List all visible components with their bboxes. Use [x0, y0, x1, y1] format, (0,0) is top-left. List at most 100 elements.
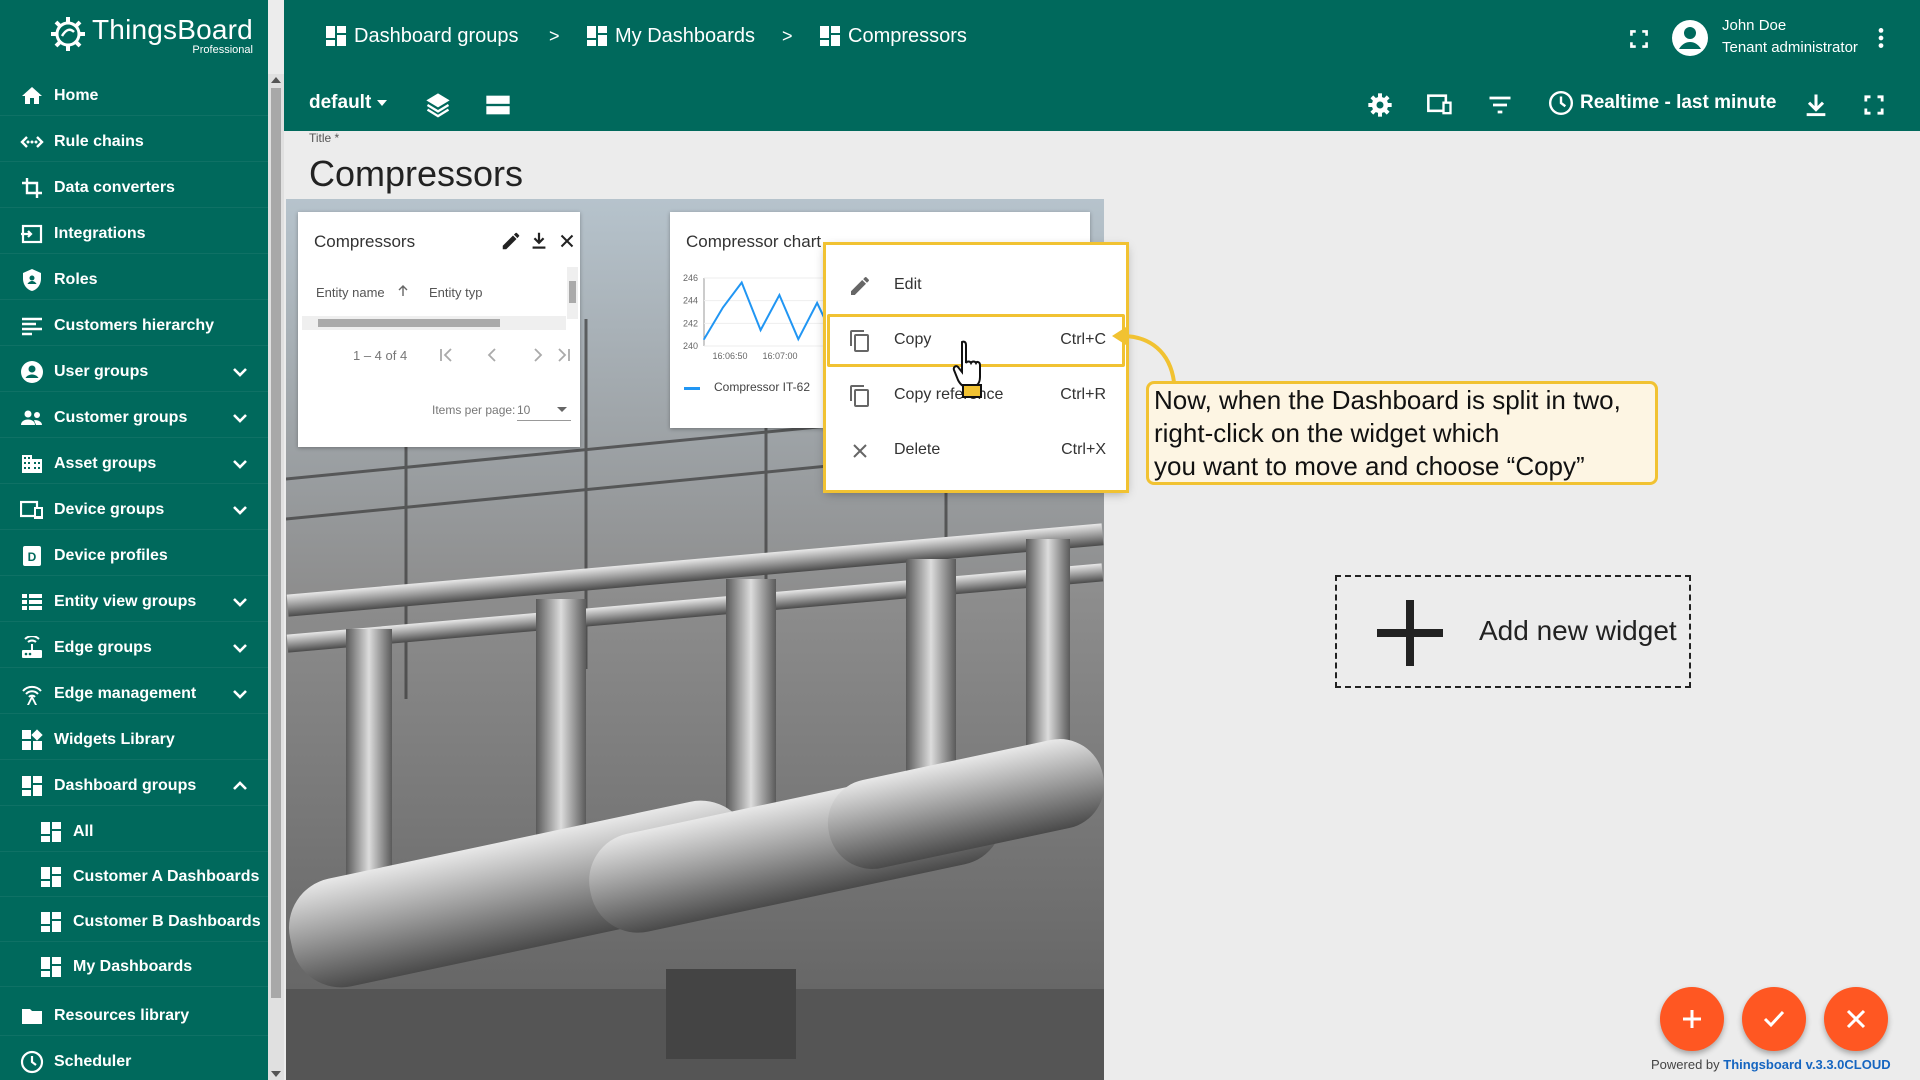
- sidebar-item-all[interactable]: All: [0, 812, 268, 852]
- view-list-icon: [22, 593, 42, 610]
- sidebar-item-data-converters[interactable]: Data converters: [0, 168, 268, 208]
- gear-icon[interactable]: [1366, 91, 1394, 119]
- sidebar-item-integrations[interactable]: Integrations: [0, 214, 268, 254]
- sidebar-item-customer-a-dashboards[interactable]: Customer A Dashboards: [0, 857, 268, 897]
- items-per-page-label: Items per page:: [432, 403, 516, 417]
- chevron-down-icon: [233, 413, 247, 423]
- series-line[interactable]: [703, 280, 836, 344]
- clock-icon: [1548, 90, 1574, 116]
- scrollbar-thumb[interactable]: [271, 88, 281, 998]
- sidebar-item-label: Rule chains: [54, 132, 144, 150]
- close-icon: [853, 444, 867, 458]
- next-page-icon[interactable]: [528, 345, 548, 365]
- sidebar-item-resources-library[interactable]: Resources library: [0, 996, 268, 1036]
- breadcrumb-dashboard-groups[interactable]: Dashboard groups: [324, 24, 519, 48]
- more-vert-icon[interactable]: [1868, 25, 1894, 51]
- line-chart[interactable]: 246 244 242 240 16:06:50 16:07:00: [676, 268, 836, 368]
- sidebar-item-roles[interactable]: Roles: [0, 260, 268, 300]
- add-fab-button[interactable]: [1660, 987, 1724, 1051]
- timewindow-label: Realtime - last minute: [1580, 92, 1777, 113]
- sidebar-scrollbar[interactable]: [268, 74, 284, 1080]
- sidebar-item-rule-chains[interactable]: Rule chains: [0, 122, 268, 162]
- data-point[interactable]: [722, 306, 724, 309]
- menu-item-shortcut: Ctrl+X: [1061, 441, 1106, 458]
- previous-page-icon[interactable]: [482, 345, 502, 365]
- menu-item-delete[interactable]: Delete Ctrl+X: [826, 423, 1126, 478]
- copy-icon: [850, 330, 869, 352]
- layouts-icon[interactable]: [484, 91, 512, 119]
- state-select[interactable]: default: [309, 92, 388, 114]
- last-page-icon[interactable]: [554, 345, 574, 365]
- sidebar-item-label: Widgets Library: [54, 730, 175, 748]
- logo[interactable]: ThingsBoard Professional: [48, 14, 253, 56]
- sidebar-item-edge-groups[interactable]: Edge groups: [0, 628, 268, 668]
- avatar[interactable]: [1670, 18, 1710, 58]
- shield-icon: [23, 268, 41, 291]
- chevron-down-icon: [233, 597, 247, 607]
- sidebar-item-dashboard-groups[interactable]: Dashboard groups: [0, 766, 268, 806]
- thingsboard-logo-icon: [51, 17, 85, 51]
- arrow-up-sort-icon[interactable]: [396, 284, 410, 298]
- close-icon[interactable]: [556, 230, 578, 252]
- breadcrumb-my-dashboards[interactable]: My Dashboards: [585, 24, 755, 48]
- wifi-tower-icon: [22, 685, 42, 705]
- widgets-icon: [22, 728, 43, 750]
- items-per-page-select[interactable]: 10: [517, 397, 571, 421]
- download-icon[interactable]: [528, 230, 550, 252]
- scroll-down-arrow-icon[interactable]: [271, 1071, 281, 1077]
- sidebar-item-customers-hierarchy[interactable]: Customers hierarchy: [0, 306, 268, 346]
- download-icon[interactable]: [1802, 91, 1830, 119]
- dashboard-title-input[interactable]: Compressors: [309, 153, 523, 195]
- apply-changes-button[interactable]: [1742, 987, 1806, 1051]
- sidebar-item-asset-groups[interactable]: Asset groups: [0, 444, 268, 484]
- pencil-icon: [851, 277, 869, 295]
- powered-by-footer: Powered by Thingsboard v.3.3.0CLOUD: [1651, 1057, 1891, 1072]
- data-point[interactable]: [759, 329, 762, 331]
- sidebar-item-label: Edge groups: [54, 638, 152, 656]
- sidebar-item-device-profiles[interactable]: D Device profiles: [0, 536, 268, 576]
- decline-changes-button[interactable]: [1824, 987, 1888, 1051]
- column-header-entity-name[interactable]: Entity name: [316, 285, 385, 300]
- first-page-icon[interactable]: [436, 345, 456, 365]
- breadcrumb-label: My Dashboards: [615, 24, 756, 47]
- chevron-down-icon: [233, 505, 247, 515]
- powered-by-link[interactable]: Thingsboard v.3.3.0CLOUD: [1723, 1057, 1890, 1072]
- sidebar-item-my-dashboards[interactable]: My Dashboards: [0, 947, 268, 987]
- data-point[interactable]: [816, 302, 818, 304]
- home-icon: [22, 86, 42, 104]
- caret-down-icon: [557, 407, 567, 412]
- sidebar-item-edge-management[interactable]: Edge management: [0, 674, 268, 714]
- timewindow-button[interactable]: Realtime - last minute: [1548, 90, 1776, 116]
- filter-icon[interactable]: [1486, 91, 1514, 119]
- column-header-entity-type[interactable]: Entity typ: [429, 285, 483, 300]
- sidebar-item-home[interactable]: Home: [0, 76, 268, 116]
- sidebar-item-customer-b-dashboards[interactable]: Customer B Dashboards: [0, 902, 268, 942]
- sidebar-item-user-groups[interactable]: User groups: [0, 352, 268, 392]
- data-point[interactable]: [740, 281, 743, 284]
- scroll-up-arrow-icon[interactable]: [271, 77, 281, 83]
- table-vertical-scrollbar[interactable]: [567, 267, 578, 319]
- table-horizontal-scrollbar[interactable]: [302, 316, 566, 330]
- fullscreen-icon[interactable]: [1860, 91, 1888, 119]
- legend-label[interactable]: Compressor IT-62: [714, 380, 810, 394]
- data-point[interactable]: [703, 338, 705, 340]
- layers-icon[interactable]: [424, 91, 452, 119]
- menu-item-shortcut: Ctrl+C: [1060, 331, 1106, 348]
- add-new-widget-button[interactable]: Add new widget: [1335, 575, 1691, 688]
- menu-item-edit[interactable]: Edit: [826, 258, 1126, 313]
- dashboard-icon: [41, 821, 61, 842]
- sidebar-item-customer-groups[interactable]: Customer groups: [0, 398, 268, 438]
- pencil-icon[interactable]: [500, 230, 522, 252]
- callout-line: you want to move and choose “Copy”: [1154, 451, 1585, 481]
- devices-icon[interactable]: [1426, 91, 1454, 119]
- chevron-down-icon: [233, 643, 247, 653]
- data-point[interactable]: [778, 294, 781, 296]
- svg-text:D: D: [28, 550, 37, 564]
- sidebar-item-widgets-library[interactable]: Widgets Library: [0, 720, 268, 760]
- sidebar-item-device-groups[interactable]: Device groups: [0, 490, 268, 530]
- sidebar-item-entity-view-groups[interactable]: Entity view groups: [0, 582, 268, 622]
- entities-table-widget[interactable]: Compressors Entity name Entity typ 1 – 4…: [298, 212, 580, 447]
- fullscreen-icon[interactable]: [1626, 26, 1652, 52]
- data-point[interactable]: [797, 338, 800, 340]
- sidebar-item-scheduler[interactable]: Scheduler: [0, 1042, 268, 1080]
